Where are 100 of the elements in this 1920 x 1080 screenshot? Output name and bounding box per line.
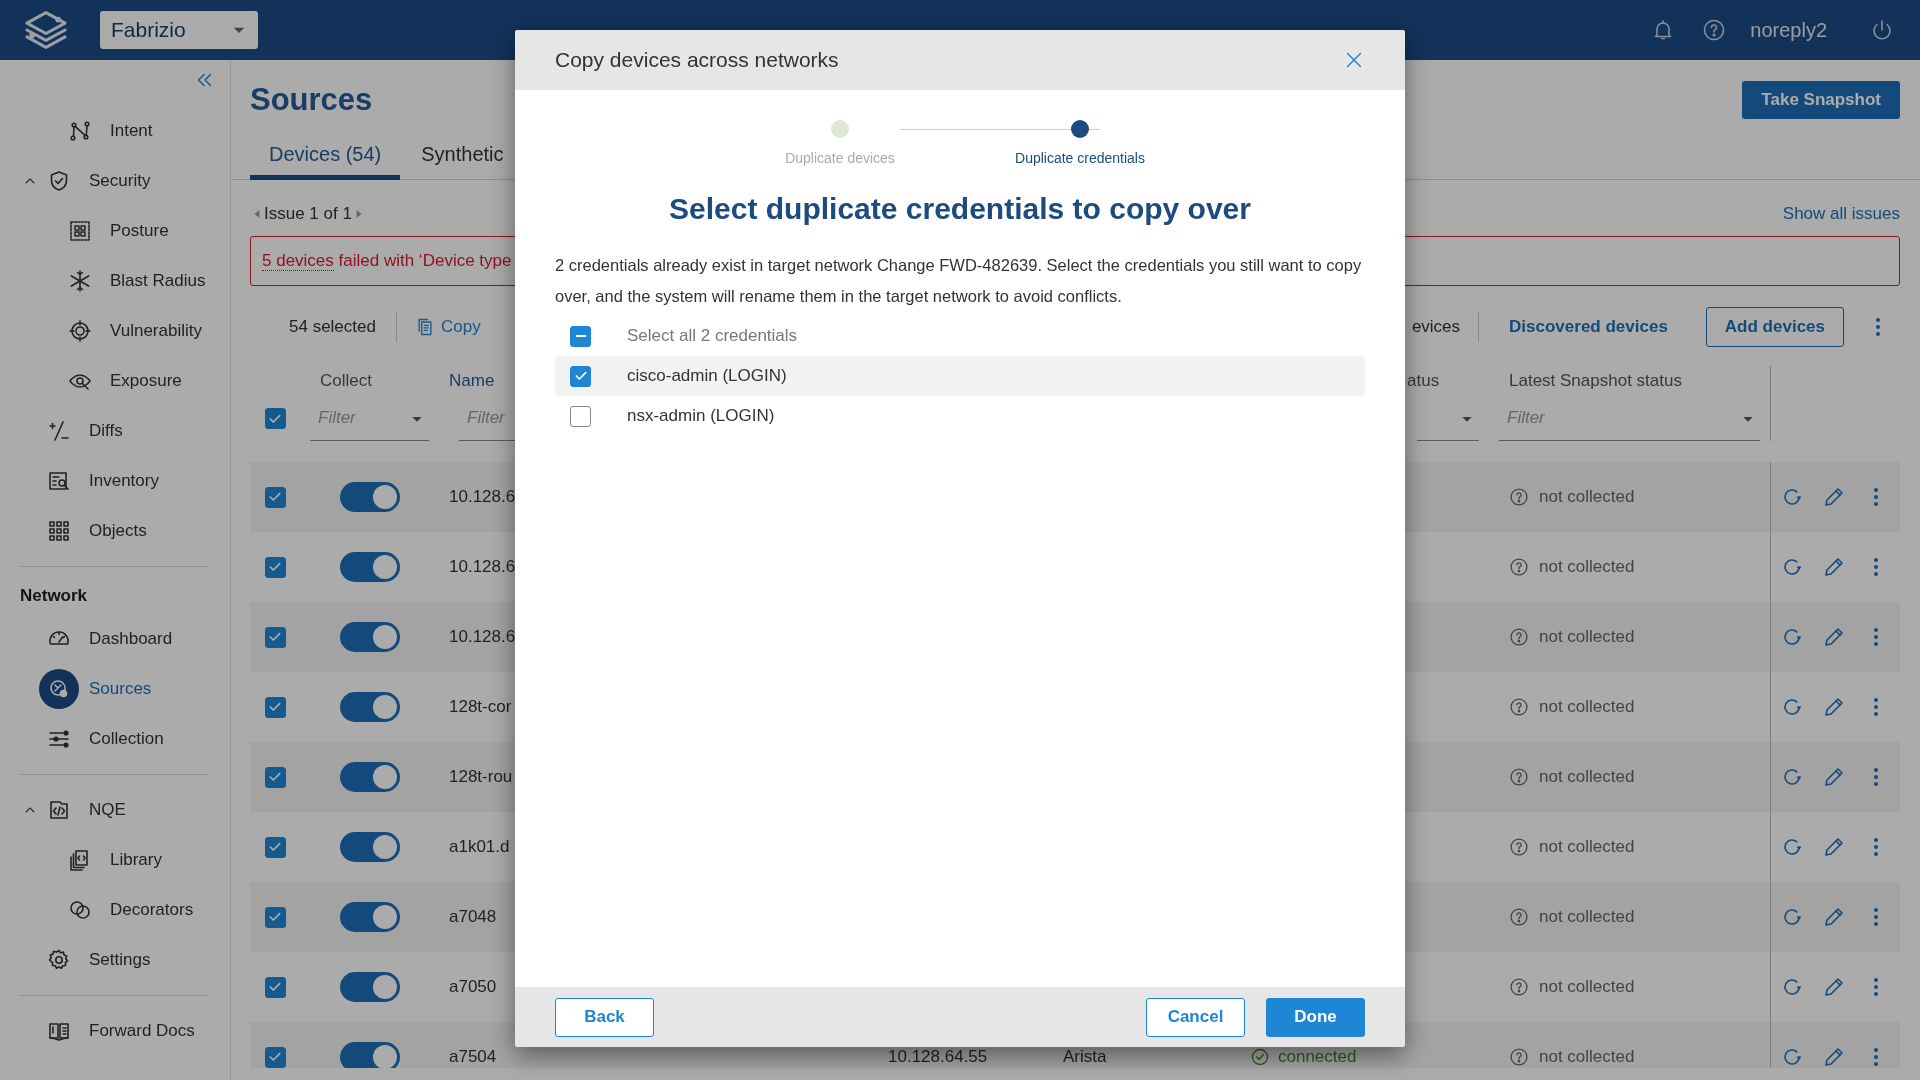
checkbox[interactable] bbox=[264, 906, 286, 928]
code-icon bbox=[47, 798, 71, 822]
checkbox[interactable] bbox=[264, 766, 286, 788]
nav-item[interactable]: Settings bbox=[47, 948, 151, 972]
nav-item[interactable]: Collection bbox=[47, 727, 164, 751]
table-cell: Arista bbox=[1063, 1047, 1107, 1067]
tab[interactable]: Synthetic bbox=[402, 134, 523, 180]
edit-icon[interactable] bbox=[1822, 905, 1846, 929]
nav-item[interactable]: Library bbox=[68, 848, 162, 872]
table-cell: a7048 bbox=[449, 907, 497, 927]
user-name[interactable]: noreply2 bbox=[1750, 18, 1827, 42]
status-text: connected bbox=[1278, 1047, 1357, 1067]
issue-counter: Issue 1 of 1 bbox=[264, 204, 352, 224]
question-icon bbox=[1509, 557, 1529, 577]
checkbox[interactable] bbox=[264, 486, 286, 508]
edit-icon[interactable] bbox=[1822, 695, 1846, 719]
take-snapshot-button[interactable]: Take Snapshot bbox=[1742, 81, 1900, 119]
checkbox[interactable] bbox=[570, 325, 591, 347]
nav-item[interactable]: Posture bbox=[68, 219, 169, 243]
edit-icon[interactable] bbox=[1822, 625, 1846, 649]
toggle-switch[interactable] bbox=[339, 482, 400, 512]
checkbox-label: nsx-admin (LOGIN) bbox=[627, 406, 775, 426]
checkbox[interactable] bbox=[264, 696, 286, 718]
status-text: not collected bbox=[1539, 1047, 1635, 1067]
back-button[interactable]: Back bbox=[555, 997, 654, 1037]
nav-item[interactable]: Sources bbox=[39, 669, 152, 709]
edit-icon[interactable] bbox=[1822, 765, 1846, 789]
edit-icon[interactable] bbox=[1822, 835, 1846, 859]
cancel-button[interactable]: Cancel bbox=[1146, 997, 1245, 1037]
nav-item[interactable]: Dashboard bbox=[47, 627, 173, 651]
nav-item[interactable]: Exposure bbox=[68, 369, 182, 393]
nav-item[interactable]: Diffs bbox=[47, 419, 123, 443]
section-title: Network bbox=[20, 584, 89, 607]
sources-icon bbox=[39, 669, 79, 709]
dialog-description: 2 credentials already exist in target network Change FWD-482639. Select the credentials you still want to copy over, and the system will rename them in the target network to avoid conflicts. bbox=[555, 255, 1363, 307]
show-all-issues-link[interactable]: Show all issues bbox=[1782, 204, 1900, 224]
nav-item[interactable]: Objects bbox=[47, 519, 147, 543]
toggle-switch[interactable] bbox=[339, 552, 400, 582]
status-text: not collected bbox=[1539, 907, 1635, 927]
checkbox[interactable] bbox=[264, 408, 286, 429]
checkbox[interactable] bbox=[264, 976, 286, 998]
sliders-icon bbox=[47, 727, 71, 751]
filter-field[interactable]: Filter bbox=[310, 396, 429, 441]
column-header[interactable]: Name bbox=[449, 371, 495, 391]
question-icon bbox=[1509, 837, 1529, 857]
nav-item[interactable]: Decorators bbox=[68, 898, 194, 922]
dash-icon bbox=[574, 335, 587, 337]
nav-item[interactable]: Vulnerability bbox=[68, 319, 202, 343]
checkbox[interactable] bbox=[264, 626, 286, 648]
nav-item[interactable]: NQE bbox=[47, 798, 126, 822]
devices-link[interactable]: 5 devices bbox=[262, 251, 334, 271]
rings-icon bbox=[68, 898, 92, 922]
dialog-heading: Select duplicate credentials to copy over bbox=[668, 192, 1252, 226]
toggle-switch[interactable] bbox=[339, 762, 400, 792]
toggle-switch[interactable] bbox=[339, 832, 400, 862]
add-devices-button[interactable]: Add devices bbox=[1705, 307, 1844, 347]
grid-icon bbox=[68, 219, 92, 243]
workspace-dropdown[interactable]: Fabrizio bbox=[100, 11, 258, 49]
list-search-icon bbox=[47, 469, 71, 493]
toggle-switch[interactable] bbox=[339, 972, 400, 1002]
discovered-devices-link[interactable]: Discovered devices bbox=[1509, 317, 1668, 337]
edit-icon[interactable] bbox=[1822, 485, 1846, 509]
nav-item[interactable]: Security bbox=[47, 169, 151, 193]
status-text: not collected bbox=[1539, 557, 1635, 577]
credential-row[interactable]: cisco-admin (LOGIN) bbox=[555, 356, 1365, 396]
column-header[interactable]: Latest Snapshot status bbox=[1509, 371, 1682, 391]
column-header[interactable]: atus bbox=[1407, 371, 1440, 391]
check-circle-icon bbox=[1250, 1047, 1270, 1067]
nav-item[interactable]: Blast Radius bbox=[68, 269, 206, 293]
toggle-switch[interactable] bbox=[339, 622, 400, 652]
path-icon bbox=[68, 119, 92, 143]
tab[interactable]: Devices (54) bbox=[250, 134, 401, 180]
checkbox[interactable] bbox=[570, 405, 591, 427]
settings-icon bbox=[47, 948, 71, 972]
toggle-switch[interactable] bbox=[339, 902, 400, 932]
nav-item[interactable]: Forward Docs bbox=[47, 1019, 195, 1043]
edit-icon[interactable] bbox=[1822, 1045, 1846, 1068]
nav-item[interactable]: Inventory bbox=[47, 469, 159, 493]
column-header[interactable]: Collect bbox=[320, 371, 372, 391]
filter-field[interactable]: Filter bbox=[1499, 396, 1760, 441]
help-icon[interactable] bbox=[1702, 18, 1727, 42]
checkbox[interactable] bbox=[264, 836, 286, 858]
status-text: not collected bbox=[1539, 697, 1635, 717]
table-cell: 128t-rou bbox=[449, 767, 513, 787]
alert-message: 5 devices failed with ‘Device type bbox=[262, 251, 512, 271]
edit-icon[interactable] bbox=[1822, 555, 1846, 579]
status-text: not collected bbox=[1539, 767, 1635, 787]
toggle-switch[interactable] bbox=[339, 1042, 400, 1068]
toggle-switch[interactable] bbox=[339, 692, 400, 722]
checkbox[interactable] bbox=[570, 365, 591, 387]
selection-count: 54 selected bbox=[289, 317, 376, 337]
done-button[interactable]: Done bbox=[1266, 997, 1365, 1037]
nav-item[interactable]: Intent bbox=[68, 119, 153, 143]
question-icon bbox=[1509, 907, 1529, 927]
step-label: Duplicate devices bbox=[785, 150, 895, 166]
edit-icon[interactable] bbox=[1822, 975, 1846, 999]
checkbox[interactable] bbox=[264, 556, 286, 578]
checkbox[interactable] bbox=[264, 1046, 286, 1068]
power-icon[interactable] bbox=[1870, 18, 1894, 42]
view-option[interactable]: evices bbox=[1411, 317, 1461, 337]
